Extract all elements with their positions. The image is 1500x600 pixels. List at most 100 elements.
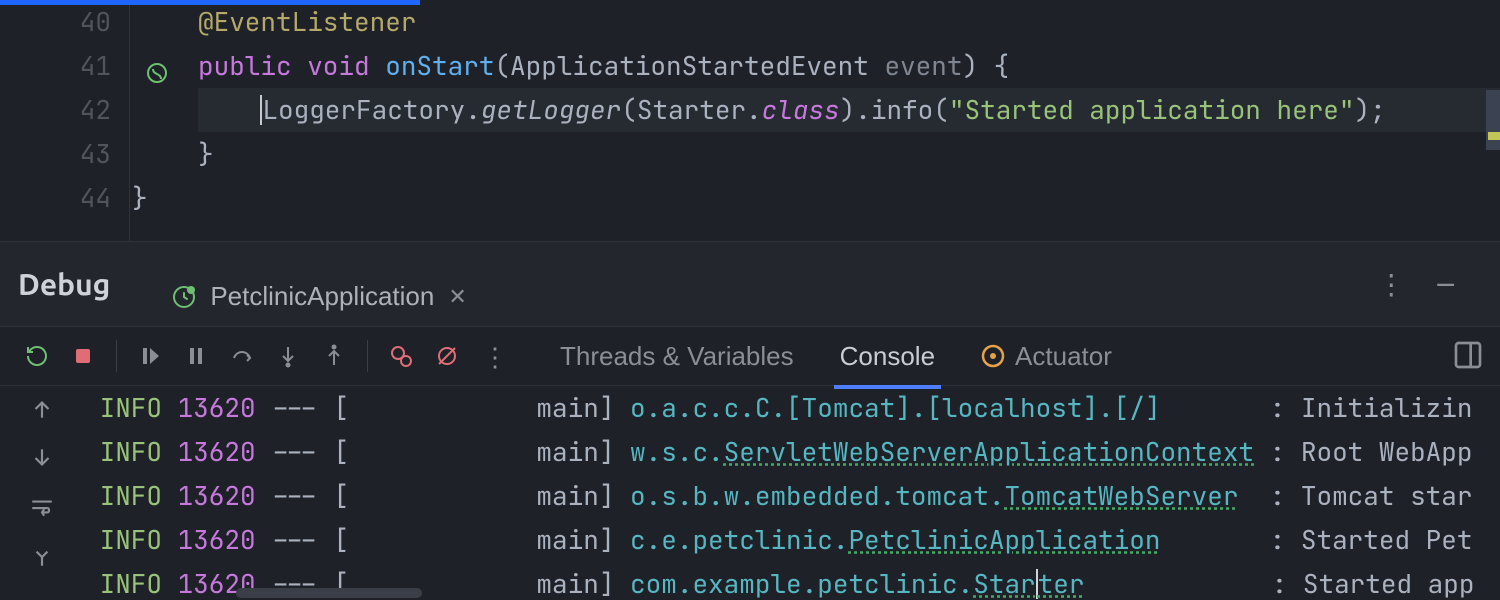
- console-line[interactable]: INFO 13620 --- [ main] o.s.b.w.embedded.…: [84, 474, 1500, 518]
- gutter-line-number[interactable]: 43: [0, 132, 129, 176]
- token-method: onStart: [385, 48, 494, 83]
- log-pid: 13620: [178, 390, 256, 425]
- pause-icon[interactable]: [173, 333, 219, 379]
- debug-tab-label: PetclinicApplication: [210, 281, 434, 312]
- tab-actuator[interactable]: Actuator: [981, 341, 1112, 372]
- step-over-icon[interactable]: [219, 333, 265, 379]
- log-level: INFO: [84, 434, 178, 469]
- token-def: Starter: [637, 92, 746, 127]
- view-breakpoints-icon[interactable]: [378, 333, 424, 379]
- console-line[interactable]: INFO 13620 --- [ main] w.s.c.ServletWebS…: [84, 430, 1500, 474]
- log-thread: main: [365, 522, 599, 557]
- impl-icon[interactable]: [145, 54, 169, 98]
- log-logger[interactable]: w.s.c.ServletWebServerApplicationContext: [630, 434, 1254, 469]
- log-level: INFO: [84, 566, 178, 600]
- spring-icon: [981, 344, 1005, 368]
- mute-breakpoints-icon[interactable]: [424, 333, 470, 379]
- token-brace: .: [746, 92, 762, 127]
- code-line[interactable]: }: [198, 132, 1500, 176]
- token-key: void: [307, 48, 385, 83]
- console-output[interactable]: INFO 13620 --- [ main] o.a.c.c.C.[Tomcat…: [84, 386, 1500, 600]
- token-field: class: [762, 92, 840, 127]
- soft-wrap-icon[interactable]: [29, 494, 55, 525]
- editor-code-area[interactable]: @EventListener public void onStart(Applic…: [130, 0, 1500, 241]
- log-message: : Initializin: [1270, 390, 1473, 425]
- minimize-icon[interactable]: —: [1419, 266, 1472, 303]
- token-str: "Started application here": [949, 92, 1355, 127]
- log-separator: --- [: [256, 434, 365, 469]
- code-editor[interactable]: 4041424344 @EventListener public void onS…: [0, 0, 1500, 241]
- debug-panel-title: Debug: [18, 267, 110, 301]
- token-def: info: [871, 92, 933, 127]
- log-message: : Root WebApp: [1270, 434, 1473, 469]
- log-thread: main: [365, 478, 599, 513]
- log-pid: 13620: [178, 522, 256, 557]
- token-param: event: [884, 48, 962, 83]
- layout-settings-icon[interactable]: [1452, 339, 1484, 376]
- debug-tabs: PetclinicApplication ✕: [150, 242, 488, 326]
- tab-console[interactable]: Console: [840, 341, 935, 372]
- log-separator: --- [: [256, 522, 365, 557]
- console-panel: INFO 13620 --- [ main] o.a.c.c.C.[Tomcat…: [0, 386, 1500, 600]
- token-call: getLogger: [481, 92, 621, 127]
- log-level: INFO: [84, 522, 178, 557]
- code-line[interactable]: }: [132, 176, 1500, 220]
- log-separator: --- [: [256, 390, 365, 425]
- gutter-line-number[interactable]: 41: [0, 44, 129, 88]
- up-stack-icon[interactable]: [29, 396, 55, 427]
- code-line[interactable]: public void onStart(ApplicationStartedEv…: [198, 44, 1500, 88]
- step-into-icon[interactable]: [265, 333, 311, 379]
- rerun-icon[interactable]: [14, 333, 60, 379]
- token-brace: }: [198, 136, 214, 171]
- loading-progress-bar: [0, 0, 420, 5]
- console-horizontal-scrollbar[interactable]: [236, 588, 422, 598]
- token-brace: ).: [840, 92, 871, 127]
- log-message: : Tomcat star: [1270, 478, 1473, 513]
- log-level: INFO: [84, 478, 178, 513]
- token-key: public: [198, 48, 307, 83]
- console-gutter: [0, 386, 84, 600]
- code-line[interactable]: @EventListener: [198, 0, 1500, 44]
- editor-gutter[interactable]: 4041424344: [0, 0, 130, 241]
- gutter-line-number[interactable]: 42: [0, 88, 129, 132]
- console-line[interactable]: INFO 13620 --- [ main] c.e.petclinic.Pet…: [84, 518, 1500, 562]
- log-message: : Started app: [1272, 566, 1475, 600]
- log-logger[interactable]: c.e.petclinic.PetclinicApplication: [630, 522, 1160, 557]
- run-config-icon: [172, 285, 196, 309]
- toolbar-separator: [116, 340, 117, 372]
- log-logger[interactable]: o.s.b.w.embedded.tomcat.TomcatWebServer: [630, 478, 1238, 513]
- more-options-icon[interactable]: ⋮: [1359, 266, 1419, 303]
- log-separator: ]: [599, 522, 630, 557]
- down-stack-icon[interactable]: [29, 445, 55, 476]
- editor-scrollbar[interactable]: [1486, 90, 1500, 150]
- token-brace: );: [1355, 92, 1386, 127]
- close-icon[interactable]: ✕: [448, 284, 466, 310]
- log-separator: ]: [599, 566, 630, 600]
- debug-view-tabs: Threads & Variables Console Actuator: [560, 341, 1112, 372]
- log-thread: main: [365, 390, 599, 425]
- toolbar-separator: [367, 340, 368, 372]
- log-logger[interactable]: o.a.c.c.C.[Tomcat].[localhost].[/]: [630, 390, 1160, 425]
- log-pid: 13620: [178, 478, 256, 513]
- log-pid: 13620: [178, 434, 256, 469]
- editor-change-marker: [1488, 132, 1500, 140]
- scroll-to-end-icon[interactable]: [29, 543, 55, 574]
- more-icon[interactable]: ⋮: [470, 333, 516, 379]
- log-logger[interactable]: com.example.petclinic.Starter: [630, 566, 1084, 600]
- code-line[interactable]: LoggerFactory.getLogger(Starter.class).i…: [198, 88, 1500, 132]
- stop-icon[interactable]: [60, 333, 106, 379]
- token-brace: .: [465, 92, 481, 127]
- debug-tab-petclinic[interactable]: PetclinicApplication ✕: [150, 267, 488, 326]
- token-ann: @EventListener: [198, 4, 416, 39]
- token-brace: (: [621, 92, 637, 127]
- resume-icon[interactable]: [127, 333, 173, 379]
- log-message: : Started Pet: [1270, 522, 1473, 557]
- console-line[interactable]: INFO 13620 --- [ main] o.a.c.c.C.[Tomcat…: [84, 386, 1500, 430]
- log-separator: ]: [599, 434, 630, 469]
- token-def: LoggerFactory: [262, 92, 465, 127]
- gutter-line-number[interactable]: 44: [0, 176, 129, 220]
- step-out-icon[interactable]: [311, 333, 357, 379]
- tab-threads-variables[interactable]: Threads & Variables: [560, 341, 794, 372]
- gutter-line-number[interactable]: 40: [0, 0, 129, 44]
- log-thread: main: [365, 434, 599, 469]
